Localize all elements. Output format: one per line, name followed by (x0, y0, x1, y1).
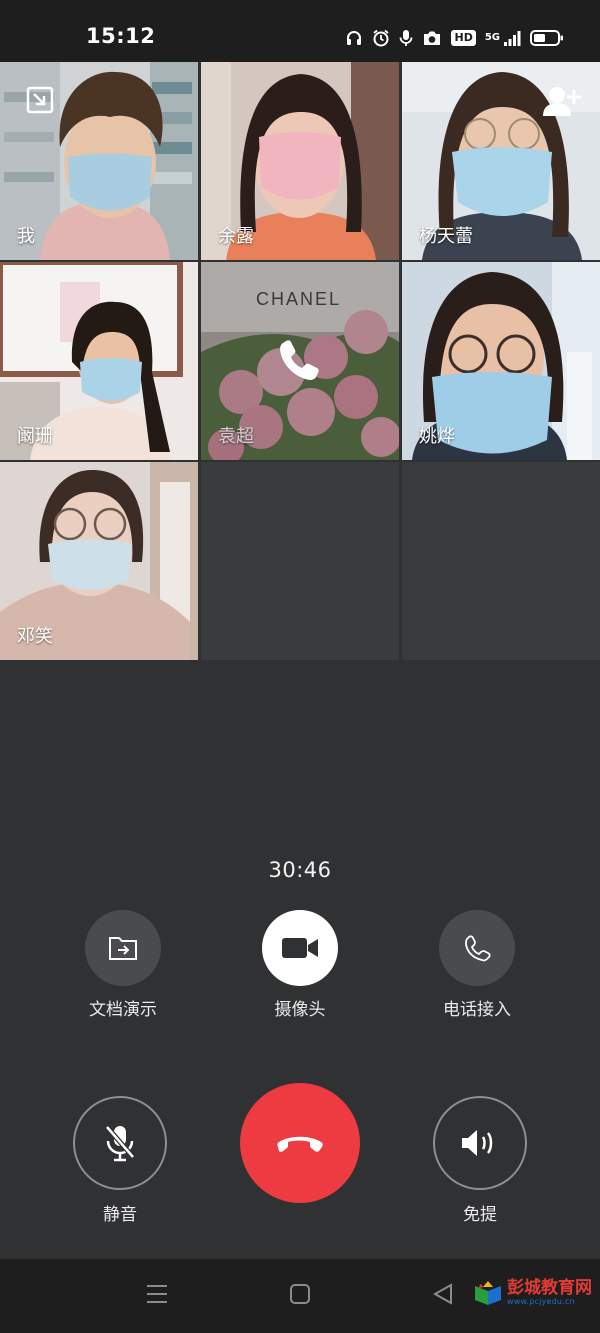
minimize-window-icon[interactable] (26, 86, 54, 114)
share-document-button[interactable] (85, 910, 161, 986)
empty-tile (201, 462, 399, 660)
watermark-logo-icon (475, 1280, 501, 1305)
add-participant-icon[interactable] (542, 84, 582, 118)
empty-tile (402, 462, 600, 660)
watermark-title: 彭城教育网 (507, 1278, 592, 1298)
phone-dial-in-label: 电话接入 (443, 1000, 511, 1020)
participant-name: 邓笑 (17, 626, 53, 647)
video-tile-self[interactable]: 我 (0, 62, 198, 260)
participant-name: 阚珊 (17, 426, 53, 447)
participant-name: 我 (17, 226, 35, 247)
folder-share-icon (109, 937, 137, 960)
camera-action[interactable]: 摄像头 (220, 910, 380, 1020)
speaker-action[interactable]: 免提 (400, 1096, 560, 1225)
home-icon[interactable] (289, 1283, 311, 1305)
mute-button[interactable] (73, 1096, 167, 1190)
headset-icon (347, 31, 362, 45)
navigation-bar: 彭城教育网 www.pcjyedu.cn (0, 1259, 600, 1333)
video-tile[interactable]: 姚烨 (402, 262, 600, 460)
hang-up-icon (277, 1136, 323, 1152)
video-tile-calling[interactable]: CHANEL 袁超 (201, 262, 399, 460)
mute-label: 静音 (103, 1205, 137, 1225)
hd-icon: HD (451, 30, 476, 46)
status-time: 15:12 (86, 24, 156, 48)
battery-icon (530, 30, 563, 46)
speaker-button[interactable] (433, 1096, 527, 1190)
status-icons: HD 5G (345, 26, 564, 50)
microphone-muted-icon (105, 1125, 135, 1162)
svg-text:CHANEL: CHANEL (256, 289, 341, 309)
menu-icon[interactable] (146, 1283, 168, 1305)
phone-dial-in-action[interactable]: 电话接入 (397, 910, 557, 1020)
camera-icon (424, 31, 441, 45)
phone-icon (465, 935, 491, 962)
camera-label: 摄像头 (274, 1000, 326, 1020)
network-label: 5G (484, 32, 500, 43)
video-grid: 我 余露 杨天蕾 阚珊 CHANEL 袁超 姚烨 邓笑 (0, 62, 600, 660)
speaker-label: 免提 (463, 1205, 497, 1225)
hangup-button[interactable] (240, 1083, 360, 1203)
video-camera-icon (282, 938, 318, 958)
hangup-action[interactable] (220, 1083, 380, 1203)
share-document-label: 文档演示 (89, 1000, 157, 1020)
share-document-action[interactable]: 文档演示 (43, 910, 203, 1020)
video-tile[interactable]: 余露 (201, 62, 399, 260)
mute-action[interactable]: 静音 (40, 1096, 200, 1225)
participant-name: 杨天蕾 (419, 226, 473, 247)
call-timer: 30:46 (268, 858, 332, 882)
alarm-icon (373, 29, 390, 47)
camera-button[interactable] (262, 910, 338, 986)
back-icon[interactable] (432, 1283, 454, 1305)
participant-name: 余露 (218, 226, 254, 247)
microphone-icon (400, 30, 413, 46)
phone-calling-icon (280, 340, 319, 380)
participant-name: 袁超 (218, 426, 254, 447)
video-tile[interactable]: 邓笑 (0, 462, 198, 660)
participant-name: 姚烨 (419, 426, 455, 447)
phone-dial-in-button[interactable] (439, 910, 515, 986)
watermark: 彭城教育网 www.pcjyedu.cn (473, 1279, 592, 1306)
signal-icon (504, 31, 521, 46)
video-tile[interactable]: 杨天蕾 (402, 62, 600, 260)
video-tile[interactable]: 阚珊 (0, 262, 198, 460)
watermark-url: www.pcjyedu.cn (507, 1297, 575, 1306)
speaker-icon (462, 1130, 493, 1156)
status-bar: 15:12 HD 5G (0, 0, 600, 62)
